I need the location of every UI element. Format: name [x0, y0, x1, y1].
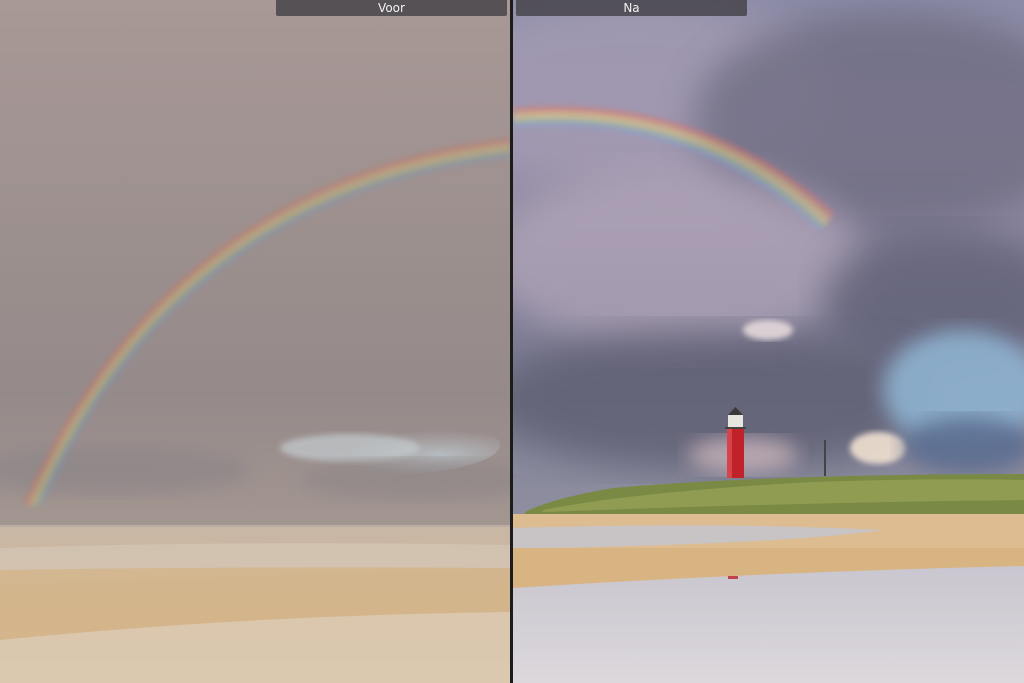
after-photo — [513, 0, 1024, 683]
before-photo — [0, 0, 510, 683]
after-label: Na — [516, 0, 747, 16]
after-photo-panel — [513, 0, 1024, 683]
before-label: Voor — [276, 0, 507, 16]
lighthouse-icon — [725, 407, 746, 478]
before-after-comparison: Voor Na — [0, 0, 1024, 683]
before-photo-panel — [0, 0, 510, 683]
